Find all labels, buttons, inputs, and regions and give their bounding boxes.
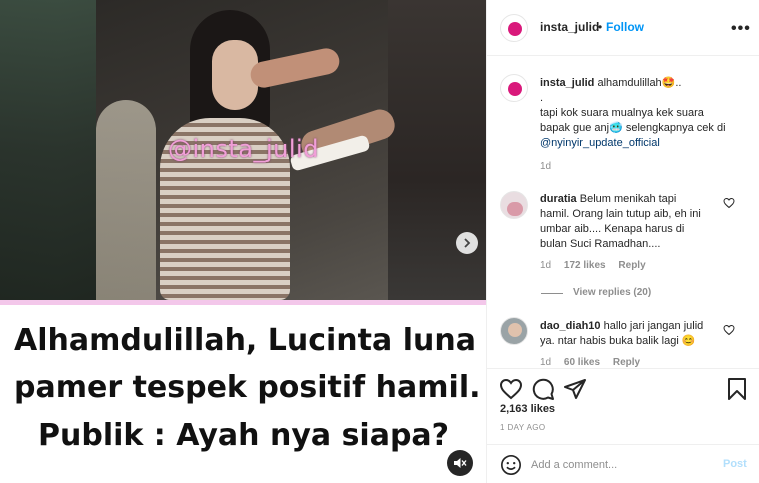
next-slide-button[interactable]: [456, 232, 478, 254]
author-username[interactable]: insta_julid: [540, 20, 599, 34]
comment-body: duratia Belum menikah tapi hamil. Orang …: [540, 192, 720, 252]
post-actions-bar: [487, 368, 759, 408]
post-side-panel: insta_julid • Follow ••• insta_julid alh…: [486, 0, 759, 483]
media-caption-line-3: Publik : Ayah nya siapa?: [38, 418, 450, 453]
replies-divider: [541, 293, 563, 294]
mute-button[interactable]: [447, 450, 473, 476]
comments-list[interactable]: insta_julid alhamdulillah🤩.. . tapi kok …: [487, 57, 759, 367]
more-options-button[interactable]: •••: [731, 20, 751, 38]
comment-text-3: umbar aib.... Kenapa harus di: [540, 223, 685, 235]
video-watermark: @insta_julid: [168, 135, 319, 163]
comment-input[interactable]: [531, 456, 711, 474]
comment-reply-button[interactable]: Reply: [613, 357, 640, 367]
comment-body: dao_diah10 hallo jari jangan julid ya. n…: [540, 319, 720, 349]
avatar-image: [508, 323, 522, 337]
post-header: insta_julid • Follow •••: [487, 0, 759, 56]
author-avatar[interactable]: [500, 14, 528, 42]
caption-mention-link[interactable]: @nyinyir_update_official: [540, 136, 750, 151]
comment-text-1: hallo jari jangan julid: [603, 320, 704, 332]
video-frame[interactable]: @insta_julid: [0, 0, 486, 300]
caption-time[interactable]: 1d: [540, 161, 551, 172]
comment-likes[interactable]: 172 likes: [564, 260, 606, 271]
comment-likes[interactable]: 60 likes: [564, 357, 600, 367]
comment-meta: 1d 60 likes Reply: [540, 357, 640, 367]
media-caption-line-2: pamer tespek positif hamil.: [14, 370, 481, 405]
post-media[interactable]: @insta_julid Alhamdulillah, Lucinta luna…: [0, 0, 486, 483]
comment-text-2: hamil. Orang lain tutup aib, eh ini: [540, 208, 701, 220]
video-blur-left: [0, 0, 96, 300]
post-timestamp[interactable]: 1 DAY AGO: [500, 423, 546, 432]
comment-username[interactable]: dao_diah10: [540, 320, 601, 332]
comment-reply-button[interactable]: Reply: [618, 260, 645, 271]
emoji-icon[interactable]: [500, 454, 522, 476]
comment-time[interactable]: 1d: [540, 357, 551, 367]
like-heart-icon[interactable]: [499, 377, 523, 401]
comment-text-1: Belum menikah tapi: [579, 193, 677, 205]
comment-avatar[interactable]: [500, 317, 528, 345]
video-blur-right: [388, 0, 486, 300]
header-separator: •: [598, 20, 603, 34]
comment-text-4: bulan Suci Ramadhan....: [540, 238, 661, 250]
save-bookmark-icon[interactable]: [725, 377, 749, 401]
video-background-object: [96, 100, 156, 300]
caption-text-3: tapi kok suara mualnya kek suara: [540, 107, 704, 119]
avatar-image: [507, 202, 523, 216]
comment-time[interactable]: 1d: [540, 260, 551, 271]
likes-count[interactable]: 2,163 likes: [500, 403, 555, 415]
caption-text-4: bapak gue anj🥶 selengkapnya cek di: [540, 122, 726, 134]
comment-text-2: ya. ntar habis buka balik lagi 😊: [540, 335, 696, 347]
comment-bubble-icon[interactable]: [531, 377, 555, 401]
more-options-icon: •••: [731, 20, 751, 37]
caption-body: insta_julid alhamdulillah🤩.. . tapi kok …: [540, 76, 750, 151]
like-comment-icon[interactable]: [723, 197, 735, 209]
share-paper-plane-icon[interactable]: [563, 377, 587, 401]
chevron-right-icon: [464, 238, 471, 248]
comment-meta: 1d 172 likes Reply: [540, 260, 646, 271]
caption-avatar[interactable]: [500, 74, 528, 102]
follow-button[interactable]: Follow: [606, 20, 644, 34]
media-caption-card: Alhamdulillah, Lucinta luna pamer tespek…: [0, 300, 486, 483]
speaker-muted-icon: [454, 458, 467, 468]
post-comment-button[interactable]: Post: [723, 458, 747, 470]
avatar-logo-icon: [508, 22, 522, 36]
like-comment-icon[interactable]: [723, 324, 735, 336]
caption-text-2: .: [540, 92, 544, 104]
avatar-logo-icon: [508, 82, 522, 96]
comment-avatar[interactable]: [500, 191, 528, 219]
caption-username[interactable]: insta_julid: [540, 77, 594, 89]
add-comment-bar: Post: [487, 444, 759, 483]
media-caption-line-1: Alhamdulillah, Lucinta luna: [14, 323, 476, 358]
caption-text-1: alhamdulillah🤩..: [597, 77, 682, 89]
comment-username[interactable]: duratia: [540, 193, 577, 205]
view-replies-button[interactable]: View replies (20): [573, 287, 651, 298]
